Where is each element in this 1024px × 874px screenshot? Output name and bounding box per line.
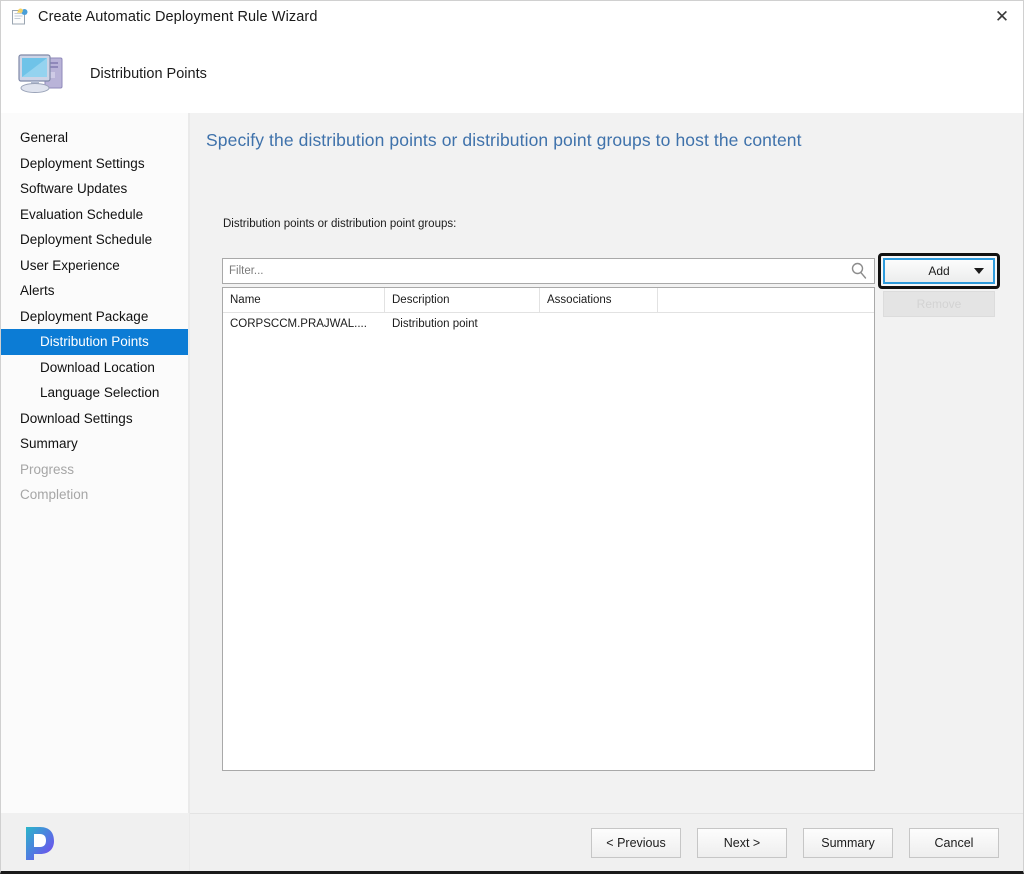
wizard-step-sidebar: GeneralDeployment SettingsSoftware Updat… xyxy=(1,113,189,813)
column-header-filler[interactable] xyxy=(658,288,874,312)
sidebar-item-general[interactable]: General xyxy=(1,125,188,151)
close-icon[interactable]: ✕ xyxy=(979,1,1024,33)
previous-button[interactable]: < Previous xyxy=(591,828,681,858)
cancel-button[interactable]: Cancel xyxy=(909,828,999,858)
cell-associations xyxy=(540,313,658,336)
table-header-row: NameDescriptionAssociations xyxy=(223,288,874,313)
computer-icon xyxy=(15,48,71,100)
table-body: CORPSCCM.PRAJWAL....Distribution point xyxy=(223,313,874,336)
add-button[interactable]: Add xyxy=(883,258,995,284)
sidebar-item-language-selection[interactable]: Language Selection xyxy=(1,380,188,406)
sidebar-item-user-experience[interactable]: User Experience xyxy=(1,253,188,279)
sidebar-item-deployment-schedule[interactable]: Deployment Schedule xyxy=(1,227,188,253)
wizard-footer: < Previous Next > Summary Cancel xyxy=(1,813,1024,872)
remove-button: Remove xyxy=(883,291,995,317)
header-title: Distribution Points xyxy=(90,66,207,82)
sidebar-item-distribution-points[interactable]: Distribution Points xyxy=(1,329,188,355)
footer-divider xyxy=(190,813,1024,814)
table-row[interactable]: CORPSCCM.PRAJWAL....Distribution point xyxy=(223,313,874,336)
title-bar: Create Automatic Deployment Rule Wizard … xyxy=(1,1,1024,34)
sidebar-item-summary[interactable]: Summary xyxy=(1,431,188,457)
sidebar-item-progress: Progress xyxy=(1,457,188,483)
sidebar-item-completion: Completion xyxy=(1,482,188,508)
wizard-window: Create Automatic Deployment Rule Wizard … xyxy=(0,0,1024,874)
summary-button[interactable]: Summary xyxy=(803,828,893,858)
remove-button-label: Remove xyxy=(917,297,962,311)
sidebar-item-alerts[interactable]: Alerts xyxy=(1,278,188,304)
wizard-document-icon xyxy=(11,8,29,26)
sidebar-item-software-updates[interactable]: Software Updates xyxy=(1,176,188,202)
sidebar-item-deployment-package[interactable]: Deployment Package xyxy=(1,304,188,330)
window-title: Create Automatic Deployment Rule Wizard xyxy=(38,9,318,25)
sidebar-item-deployment-settings[interactable]: Deployment Settings xyxy=(1,151,188,177)
page-title: Specify the distribution points or distr… xyxy=(206,130,802,151)
filter-input[interactable] xyxy=(223,259,848,283)
distribution-points-list[interactable]: NameDescriptionAssociations CORPSCCM.PRA… xyxy=(222,287,875,771)
column-header-associations[interactable]: Associations xyxy=(540,288,658,312)
chevron-down-icon[interactable] xyxy=(974,268,984,274)
search-icon[interactable] xyxy=(848,260,870,282)
footer-button-group: < Previous Next > Summary Cancel xyxy=(591,828,999,858)
cell-description: Distribution point xyxy=(385,313,540,336)
sidebar-item-download-settings[interactable]: Download Settings xyxy=(1,406,188,432)
prajwal-p-logo xyxy=(20,823,60,863)
wizard-content-pane: Specify the distribution points or distr… xyxy=(190,113,1024,813)
column-header-name[interactable]: Name xyxy=(223,288,385,312)
next-button[interactable]: Next > xyxy=(697,828,787,858)
add-button-label: Add xyxy=(928,264,949,278)
wizard-header: Distribution Points xyxy=(1,34,1024,113)
sidebar-divider xyxy=(189,113,190,872)
column-header-description[interactable]: Description xyxy=(385,288,540,312)
filter-box[interactable] xyxy=(222,258,875,284)
list-label: Distribution points or distribution poin… xyxy=(223,218,456,230)
wizard-body: GeneralDeployment SettingsSoftware Updat… xyxy=(1,113,1024,813)
sidebar-item-evaluation-schedule[interactable]: Evaluation Schedule xyxy=(1,202,188,228)
cell-name: CORPSCCM.PRAJWAL.... xyxy=(223,313,385,336)
sidebar-item-download-location[interactable]: Download Location xyxy=(1,355,188,381)
